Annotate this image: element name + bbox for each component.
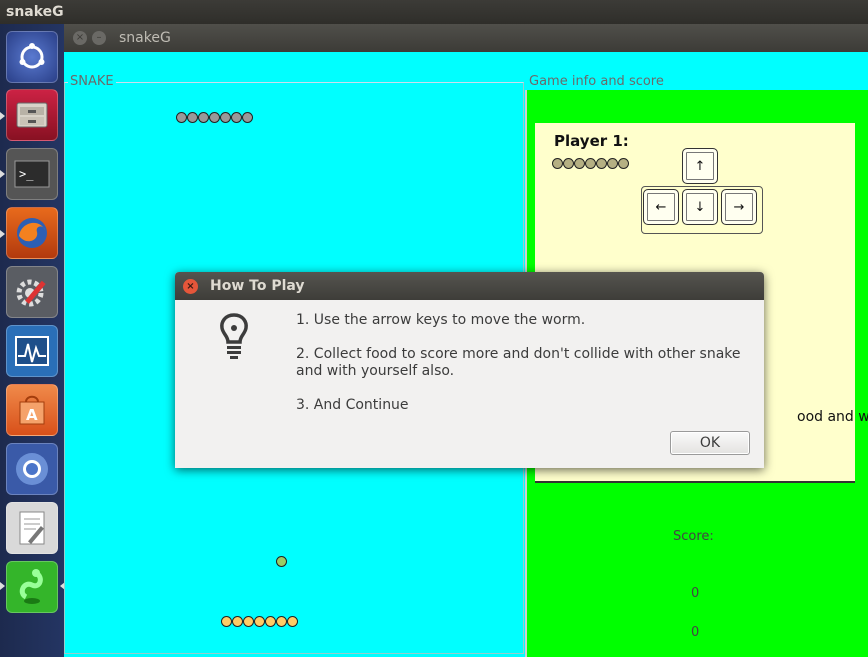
snake-panel-label: SNAKE	[68, 74, 116, 89]
player1-snake-preview	[552, 158, 629, 169]
food-item	[276, 556, 287, 567]
software-center-icon[interactable]: A	[6, 384, 58, 436]
snake-segment	[221, 616, 232, 627]
snake-segment	[243, 616, 254, 627]
snake-segment	[242, 112, 253, 123]
player1-label: Player 1:	[554, 132, 629, 150]
snake-segment	[209, 112, 220, 123]
snake-segment	[607, 158, 618, 169]
window-minimize-button[interactable]: –	[92, 31, 106, 45]
dialog-close-button[interactable]: ×	[183, 279, 198, 294]
terminal-icon[interactable]: >_	[6, 148, 58, 200]
dialog-message-line3: 3. And Continue	[296, 397, 409, 413]
snake-segment	[552, 158, 563, 169]
settings-icon[interactable]	[6, 266, 58, 318]
info-panel-label: Game info and score	[527, 74, 666, 89]
svg-text:>_: >_	[19, 167, 34, 181]
app-name: snakeG	[6, 4, 64, 20]
window-title: snakeG	[119, 30, 171, 46]
score-value-2: 0	[691, 625, 700, 640]
arrow-right-key: →	[721, 189, 757, 225]
dialog-titlebar: × How To Play	[175, 272, 764, 300]
snakeg-app-icon[interactable]	[6, 561, 58, 613]
running-indicator	[0, 582, 5, 590]
running-indicator	[0, 112, 5, 120]
top-panel: snakeG	[0, 0, 868, 24]
ok-button[interactable]: OK	[670, 431, 750, 455]
snake-segment	[232, 616, 243, 627]
snake-segment	[618, 158, 629, 169]
arrow-up-key: ↑	[682, 148, 718, 184]
chromium-icon[interactable]	[6, 443, 58, 495]
svg-text:A: A	[26, 406, 38, 424]
snake-segment	[231, 112, 242, 123]
dialog-message-line1: 1. Use the arrow keys to move the worm.	[296, 312, 586, 328]
arrow-left-key: ←	[643, 189, 679, 225]
how-to-play-dialog: × How To Play 1. Use the arrow keys to m…	[175, 272, 764, 468]
score-label: Score:	[673, 529, 714, 544]
snake-segment	[287, 616, 298, 627]
snake-segment	[585, 158, 596, 169]
firefox-icon[interactable]	[6, 207, 58, 259]
instruction-text: ood and win.	[797, 409, 868, 425]
snake-segment	[198, 112, 209, 123]
launcher: >_ A	[0, 24, 65, 657]
snake-segment	[596, 158, 607, 169]
snake-segment	[187, 112, 198, 123]
window-close-button[interactable]: ×	[73, 31, 87, 45]
dialog-message-line2a: 2. Collect food to score more and don't …	[296, 346, 741, 362]
running-indicator	[0, 170, 5, 178]
ubuntu-dash-icon[interactable]	[6, 31, 58, 83]
lightbulb-icon	[219, 312, 249, 364]
snake-segment	[176, 112, 187, 123]
system-monitor-icon[interactable]	[6, 325, 58, 377]
score-value-1: 0	[691, 586, 700, 601]
text-editor-icon[interactable]	[6, 502, 58, 554]
snake-bottom	[221, 616, 298, 627]
snake-segment	[574, 158, 585, 169]
window-titlebar: × – snakeG	[64, 24, 868, 52]
snake-segment	[563, 158, 574, 169]
snake-segment	[276, 616, 287, 627]
snake-segment	[254, 616, 265, 627]
snake-segment	[220, 112, 231, 123]
snake-top	[176, 112, 253, 123]
dialog-title: How To Play	[210, 278, 305, 294]
files-icon[interactable]	[6, 89, 58, 141]
arrow-down-key: ↓	[682, 189, 718, 225]
snake-segment	[265, 616, 276, 627]
dialog-message-line2b: and with yourself also.	[296, 363, 455, 379]
running-indicator	[0, 230, 5, 238]
